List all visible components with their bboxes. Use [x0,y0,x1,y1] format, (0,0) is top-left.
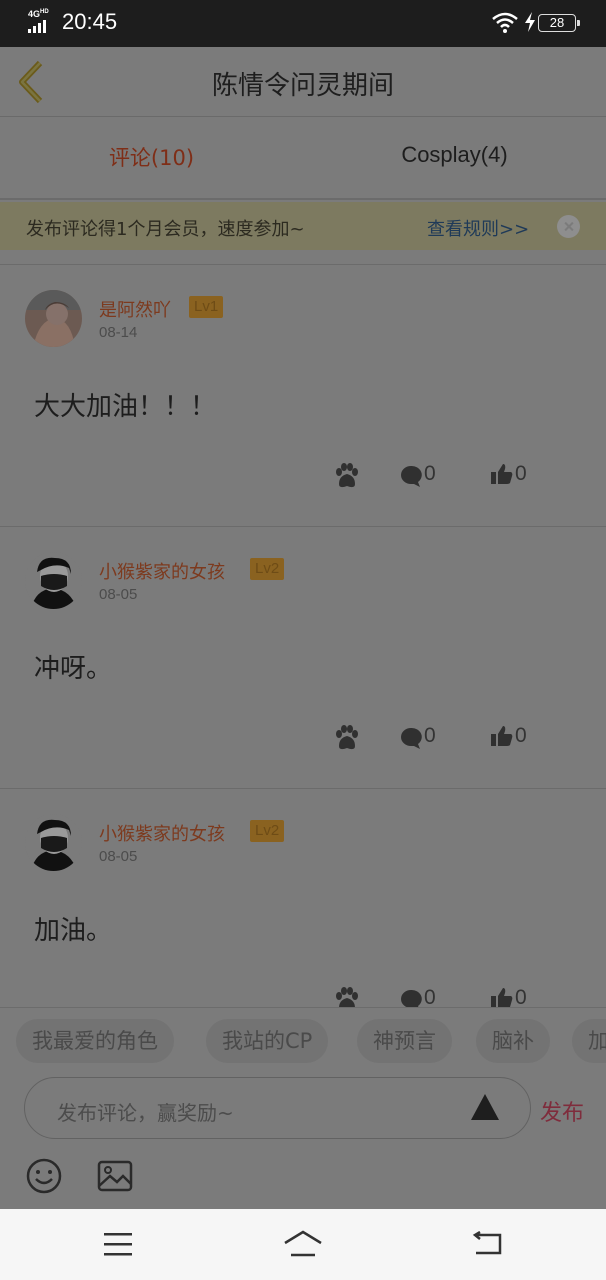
comment-text: 冲呀。 [34,654,113,684]
reply-count: 0 [424,462,436,485]
level-badge: Lv1 [189,296,224,318]
menu-icon[interactable] [103,1231,133,1257]
comment-actions: 0 0 [0,724,606,754]
level-badge: Lv2 [250,820,285,842]
comment-composer: 我最爱的角色 我站的CP 神预言 脑补 加 发布评论，赢奖励~ 发布 [0,1007,606,1209]
comment-text: 大大加油！！！ [34,392,217,422]
reply-count: 0 [424,724,436,747]
promo-banner: 发布评论得1个月会员，速度参加~ 查看规则>> [0,202,606,250]
comment-input[interactable]: 发布评论，赢奖励~ [24,1077,531,1139]
comment-input-placeholder: 发布评论，赢奖励~ [57,1101,234,1125]
tab-cosplay[interactable]: Cosplay(4) [303,142,606,168]
battery-indicator: 28 [538,14,580,32]
username[interactable]: 小猴紫家的女孩 [99,820,225,846]
page-title: 陈情令问灵期间 [211,71,394,101]
charging-icon [525,12,535,32]
topic-chip[interactable]: 我站的CP [206,1019,329,1063]
like-count: 0 [515,462,527,485]
avatar[interactable] [25,290,82,347]
cellular-signal-icon: 4GHD [28,9,56,35]
system-nav-bar [0,1209,606,1280]
level-badge: Lv2 [250,558,285,580]
comment-date: 08-05 [99,848,138,865]
topic-chip[interactable]: 加 [572,1019,606,1063]
comment-item: 是阿然吖 Lv1 08-14 大大加油！！！ 0 0 [0,264,606,526]
thumbs-up-icon[interactable] [490,462,514,486]
comment-date: 08-14 [99,324,138,341]
thumbs-up-icon[interactable] [490,724,514,748]
username[interactable]: 小猴紫家的女孩 [99,558,225,584]
home-icon[interactable] [283,1229,323,1259]
title-bar: 陈情令问灵期间 [0,47,606,117]
back-icon[interactable] [472,1231,504,1257]
clock: 20:45 [62,9,118,34]
topic-chip[interactable]: 脑补 [476,1019,550,1063]
wifi-icon [492,12,518,33]
avatar[interactable] [25,814,82,871]
tab-comments[interactable]: 评论(10) [0,142,303,172]
triangle-icon[interactable] [470,1092,500,1122]
like-count: 0 [515,724,527,747]
close-icon[interactable] [557,215,580,238]
comment-item: 小猴紫家的女孩 Lv2 08-05 冲呀。 0 0 [0,526,606,788]
reply-bubble-icon[interactable] [399,464,423,488]
topic-chip[interactable]: 神预言 [357,1019,452,1063]
view-rules-link[interactable]: 查看规则>> [427,215,529,241]
avatar[interactable] [25,552,82,609]
comment-text: 加油。 [34,916,113,946]
username[interactable]: 是阿然吖 [99,296,171,322]
paw-icon[interactable] [333,462,361,490]
image-icon[interactable] [97,1160,133,1192]
paw-icon[interactable] [333,724,361,752]
banner-text: 发布评论得1个月会员，速度参加~ [26,219,305,240]
reply-bubble-icon[interactable] [399,726,423,750]
status-bar: 4GHD 20:45 28 [0,0,606,47]
network-type: 4GHD [28,9,49,19]
emoji-icon[interactable] [26,1158,62,1194]
comment-actions: 0 0 [0,462,606,492]
publish-button[interactable]: 发布 [540,1095,584,1127]
tab-bar: 评论(10) Cosplay(4) [0,118,606,200]
topic-chip[interactable]: 我最爱的角色 [16,1019,174,1063]
comment-date: 08-05 [99,586,138,603]
